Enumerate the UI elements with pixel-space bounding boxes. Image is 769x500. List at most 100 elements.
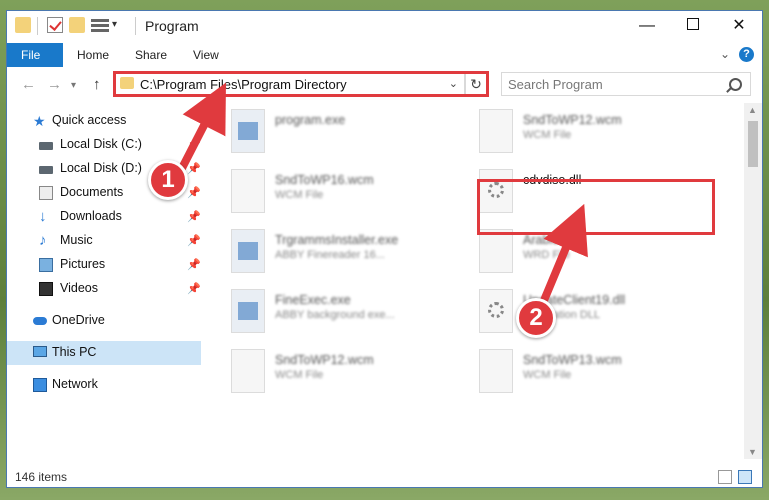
search-placeholder: Search Program [508,77,603,92]
sidebar-item-label: Downloads [60,209,122,223]
scroll-down-icon[interactable]: ▼ [748,447,757,457]
step-1-badge: 1 [148,160,188,200]
dll-file-icon [479,289,513,333]
file-item[interactable]: SndToWP12.wcm WCM File [479,109,709,161]
file-name: SndToWP12.wcm [523,113,622,127]
download-icon: ↓ [39,208,47,225]
sidebar-item-quick-access[interactable]: ★ Quick access [7,109,201,133]
drive-icon [39,142,53,150]
window-title: Program [145,18,199,34]
file-name: SndToWP13.wcm [523,353,622,367]
navigation-pane: ★ Quick access Local Disk (C:) 📌 Local D… [7,103,201,459]
sidebar-item-label: Network [52,377,98,391]
file-name: Arabic.wcd [523,233,585,247]
title-bar: ▾ Program — ✕ [7,11,762,43]
pin-icon[interactable]: 📌 [187,186,201,199]
file-item[interactable]: Arabic.wcd WRD File [479,229,709,281]
sidebar-item-music[interactable]: ♪ Music 📌 [7,229,201,253]
close-button[interactable]: ✕ [716,11,762,41]
sidebar-item-downloads[interactable]: ↓ Downloads 📌 [7,205,201,229]
pin-icon[interactable]: 📌 [187,138,201,151]
music-icon: ♪ [39,232,47,249]
folder-icon [15,17,31,33]
back-arrow-icon[interactable]: ← [21,76,36,93]
executable-icon [231,109,265,153]
forward-arrow-icon[interactable]: → [47,76,62,93]
file-icon [231,169,265,213]
sidebar-item-label: OneDrive [52,313,105,327]
file-list: program.exe SndToWP12.wcm WCM File SndTo… [201,103,736,459]
quick-access-dropdown-icon[interactable]: ▾ [112,19,117,30]
executable-icon [231,229,265,273]
vertical-scrollbar[interactable]: ▲ ▼ [744,103,762,459]
recent-locations-icon[interactable]: ▾ [71,80,76,91]
new-folder-icon[interactable] [69,17,85,33]
computer-icon [33,346,47,357]
sidebar-item-label: Local Disk (D:) [60,161,142,175]
pin-icon[interactable]: 📌 [187,210,201,223]
file-explorer-window: ▾ Program — ✕ File Home Share View ⌄ ? ←… [6,10,763,488]
file-item[interactable]: SndToWP13.wcm WCM File [479,349,709,401]
ribbon: File Home Share View ⌄ ? [7,43,762,68]
drive-icon [39,166,53,174]
file-type: WCM File [275,369,324,381]
file-name: FineExec.exe [275,293,351,307]
maximize-button[interactable] [670,11,716,41]
file-icon [231,349,265,393]
pictures-icon [39,258,53,272]
sidebar-item-label: Videos [60,281,98,295]
customize-icon[interactable] [91,17,109,33]
pin-icon[interactable]: 📌 [187,234,201,247]
file-type: WCM File [275,189,324,201]
file-item[interactable]: program.exe [231,109,461,161]
large-icons-view-icon[interactable] [738,470,752,484]
sidebar-item-this-pc[interactable]: This PC [7,341,201,365]
file-item[interactable]: FineExec.exe ABBY background exe... [231,289,461,341]
file-item[interactable]: SndToWP12.wcm WCM File [231,349,461,401]
sidebar-item-pictures[interactable]: Pictures 📌 [7,253,201,277]
expand-ribbon-icon[interactable]: ⌄ [720,47,730,61]
status-bar: 146 items [7,467,762,487]
help-icon[interactable]: ? [739,47,754,62]
file-name: SndToWP16.wcm [275,173,374,187]
sidebar-item-network[interactable]: Network [7,373,201,397]
sidebar-item-label: Local Disk (C:) [60,137,142,151]
file-name: SndToWP12.wcm [275,353,374,367]
navigation-bar: ← → ▾ ↑ C:\Program Files\Program Directo… [7,67,762,101]
file-type: WCM File [523,369,572,381]
sidebar-item-label: Quick access [52,113,127,127]
details-view-icon[interactable] [718,470,732,484]
file-item[interactable]: TrgrammsInstaller.exe ABBY Finereader 16… [231,229,461,281]
sidebar-item-videos[interactable]: Videos 📌 [7,277,201,301]
properties-check-icon[interactable] [47,17,63,33]
scroll-up-icon[interactable]: ▲ [748,105,757,115]
scrollbar-thumb[interactable] [748,121,758,167]
pin-icon[interactable]: 📌 [187,162,201,175]
cloud-icon [33,317,47,325]
search-input[interactable]: Search Program [501,72,751,96]
star-icon: ★ [33,113,46,129]
tab-home[interactable]: Home [63,43,123,67]
pin-icon[interactable]: 📌 [187,258,201,271]
file-type: ABBY background exe... [275,309,395,321]
file-name: program.exe [275,113,346,127]
file-name: TrgrammsInstaller.exe [275,233,399,247]
sidebar-item-onedrive[interactable]: OneDrive [7,309,201,333]
videos-icon [39,282,53,296]
address-highlight-box [113,71,489,97]
file-item[interactable]: SndToWP16.wcm WCM File [231,169,461,221]
minimize-button[interactable]: — [624,11,670,41]
pin-icon[interactable]: 📌 [187,282,201,295]
file-icon [479,109,513,153]
tab-share[interactable]: Share [121,43,181,67]
file-item[interactable]: UpdateClient19.dll Application DLL [479,289,709,341]
tab-view[interactable]: View [179,43,233,67]
up-arrow-icon[interactable]: ↑ [93,76,101,93]
file-highlight-box [477,179,715,235]
gear-icon [488,302,504,318]
sidebar-item-label: Pictures [60,257,106,271]
file-type: WCM File [523,129,572,141]
sidebar-item-local-disk-c[interactable]: Local Disk (C:) 📌 [7,133,201,157]
search-icon [729,78,742,91]
tab-file[interactable]: File [7,43,63,67]
